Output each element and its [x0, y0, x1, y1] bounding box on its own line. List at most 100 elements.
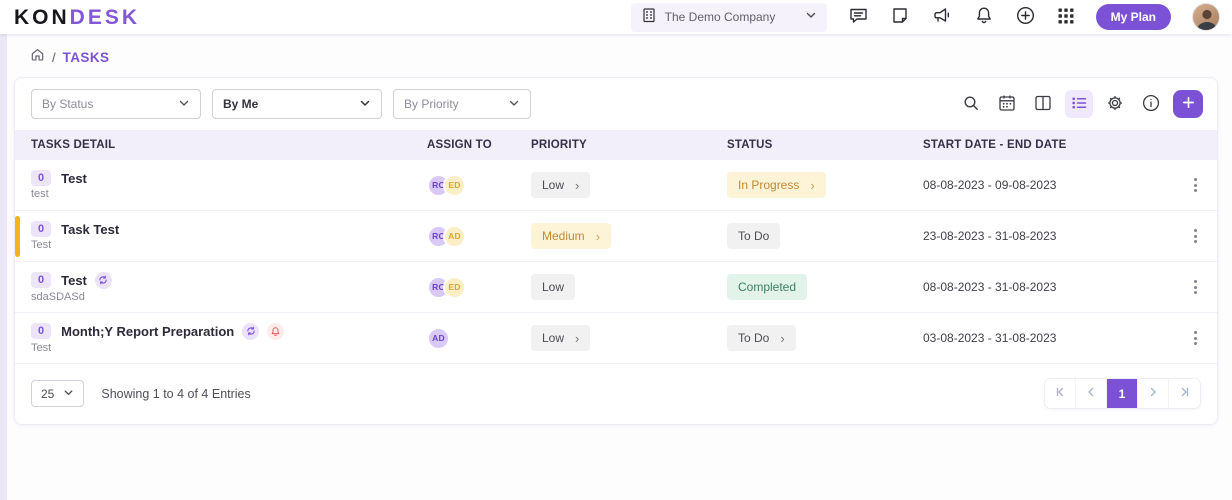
tasks-card: By Status By Me By Priority TASKS DETAIL…	[14, 77, 1218, 425]
filter-toolbar: By Status By Me By Priority	[15, 78, 1217, 130]
calendar-icon	[997, 93, 1017, 116]
entries-summary: Showing 1 to 4 of 4 Entries	[101, 387, 250, 401]
page-size-select[interactable]: 25	[31, 380, 84, 407]
recurring-task-icon	[95, 272, 112, 289]
breadcrumb-current[interactable]: TASKS	[63, 50, 110, 65]
logo-text-dark: KON	[14, 6, 70, 29]
task-dates: 08-08-2023 - 09-08-2023	[923, 178, 1173, 192]
subtask-count-badge: 0	[31, 272, 51, 288]
info-button[interactable]	[1137, 90, 1165, 118]
plus-icon	[1181, 95, 1196, 113]
chevron-down-icon	[359, 97, 371, 112]
prev-page-button[interactable]	[1076, 379, 1107, 408]
assignee-avatar[interactable]: AD	[443, 225, 466, 248]
apps-launcher-button[interactable]	[1057, 7, 1075, 28]
row-actions-button[interactable]	[1186, 174, 1205, 196]
task-title[interactable]: Test	[61, 273, 87, 288]
chevron-down-icon	[178, 97, 190, 112]
calendar-view-button[interactable]	[993, 90, 1021, 118]
task-title[interactable]: Test	[61, 171, 87, 186]
app-logo[interactable]: KONDESK	[14, 7, 140, 28]
task-dates: 23-08-2023 - 31-08-2023	[923, 229, 1173, 243]
table-row[interactable]: 0 Test sdaSDASd RC ED Low Completed 08-0…	[15, 262, 1217, 313]
table-row[interactable]: 0 Month;Y Report Preparation Test AD Low…	[15, 313, 1217, 364]
status-pill[interactable]: In Progress›	[727, 172, 826, 198]
page-number-button[interactable]: 1	[1107, 379, 1138, 408]
task-title[interactable]: Month;Y Report Preparation	[61, 324, 234, 339]
subtask-count-badge: 0	[31, 221, 51, 237]
collapsed-sidebar[interactable]	[0, 34, 7, 500]
assignee-avatar[interactable]: AD	[427, 327, 450, 350]
assignee-avatar[interactable]: ED	[443, 276, 466, 299]
status-pill[interactable]: Completed	[727, 274, 807, 300]
task-dates: 03-08-2023 - 31-08-2023	[923, 331, 1173, 345]
building-icon	[641, 7, 657, 28]
header-actions: The Demo Company My Plan	[631, 3, 1220, 32]
filter-by-me[interactable]: By Me	[212, 89, 382, 119]
home-icon[interactable]	[30, 47, 45, 67]
columns-icon	[1033, 93, 1053, 116]
company-name: The Demo Company	[665, 10, 797, 24]
gear-icon	[1105, 93, 1125, 116]
filter-label: By Me	[223, 97, 258, 111]
table-row[interactable]: 0 Test test RC ED Low› In Progress› 08-0…	[15, 160, 1217, 211]
messages-button[interactable]	[848, 5, 869, 29]
filter-by-priority[interactable]: By Priority	[393, 89, 531, 119]
row-actions-button[interactable]	[1186, 276, 1205, 298]
chevron-right-icon: ›	[575, 179, 579, 192]
task-title[interactable]: Task Test	[61, 222, 119, 237]
column-header-priority: PRIORITY	[531, 139, 727, 151]
reminder-bell-icon	[267, 323, 284, 340]
notifications-button[interactable]	[974, 5, 994, 29]
task-subtitle: test	[31, 188, 427, 200]
chevron-right-icon: ›	[596, 230, 600, 243]
table-header: TASKS DETAIL ASSIGN TO PRIORITY STATUS S…	[15, 130, 1217, 160]
task-dates: 08-08-2023 - 31-08-2023	[923, 280, 1173, 294]
row-actions-button[interactable]	[1186, 327, 1205, 349]
list-view-icon	[1069, 93, 1089, 116]
search-icon	[961, 93, 981, 116]
app-header: KONDESK The Demo Company My Plan	[0, 0, 1232, 34]
task-subtitle: Test	[31, 342, 427, 354]
first-page-button[interactable]	[1045, 379, 1076, 408]
filter-label: By Priority	[404, 97, 459, 111]
chat-icon	[848, 5, 869, 29]
status-pill[interactable]: To Do	[727, 223, 780, 249]
chevron-right-icon: ›	[575, 332, 579, 345]
apps-grid-icon	[1057, 7, 1075, 28]
user-avatar[interactable]	[1192, 3, 1220, 31]
subtask-count-badge: 0	[31, 323, 51, 339]
plus-circle-icon	[1015, 5, 1036, 29]
announcements-button[interactable]	[931, 5, 953, 29]
assignee-avatar[interactable]: ED	[443, 174, 466, 197]
list-view-button[interactable]	[1065, 90, 1093, 118]
chevron-right-icon: ›	[810, 179, 814, 192]
note-icon	[890, 6, 910, 29]
my-plan-button[interactable]: My Plan	[1096, 4, 1171, 30]
chevron-right-icon	[1147, 386, 1159, 401]
settings-button[interactable]	[1101, 90, 1129, 118]
board-view-button[interactable]	[1029, 90, 1057, 118]
company-selector[interactable]: The Demo Company	[631, 3, 827, 32]
priority-pill[interactable]: Low	[531, 274, 575, 300]
search-button[interactable]	[957, 90, 985, 118]
status-pill[interactable]: To Do›	[727, 325, 796, 351]
notes-button[interactable]	[890, 6, 910, 29]
pagination: 1	[1044, 378, 1201, 409]
priority-pill[interactable]: Low›	[531, 172, 590, 198]
table-row[interactable]: 0 Task Test Test RC AD Medium› To Do 23-…	[15, 211, 1217, 262]
filter-label: By Status	[42, 97, 93, 111]
megaphone-icon	[931, 5, 953, 29]
row-actions-button[interactable]	[1186, 225, 1205, 247]
quick-add-button[interactable]	[1015, 5, 1036, 29]
priority-pill[interactable]: Medium›	[531, 223, 611, 249]
chevron-down-icon	[63, 387, 74, 401]
last-page-button[interactable]	[1169, 379, 1200, 408]
next-page-button[interactable]	[1138, 379, 1169, 408]
filter-by-status[interactable]: By Status	[31, 89, 201, 119]
breadcrumb: / TASKS	[0, 34, 1232, 77]
column-header-dates: START DATE - END DATE	[923, 139, 1173, 151]
subtask-count-badge: 0	[31, 170, 51, 186]
add-task-button[interactable]	[1173, 90, 1203, 118]
priority-pill[interactable]: Low›	[531, 325, 590, 351]
